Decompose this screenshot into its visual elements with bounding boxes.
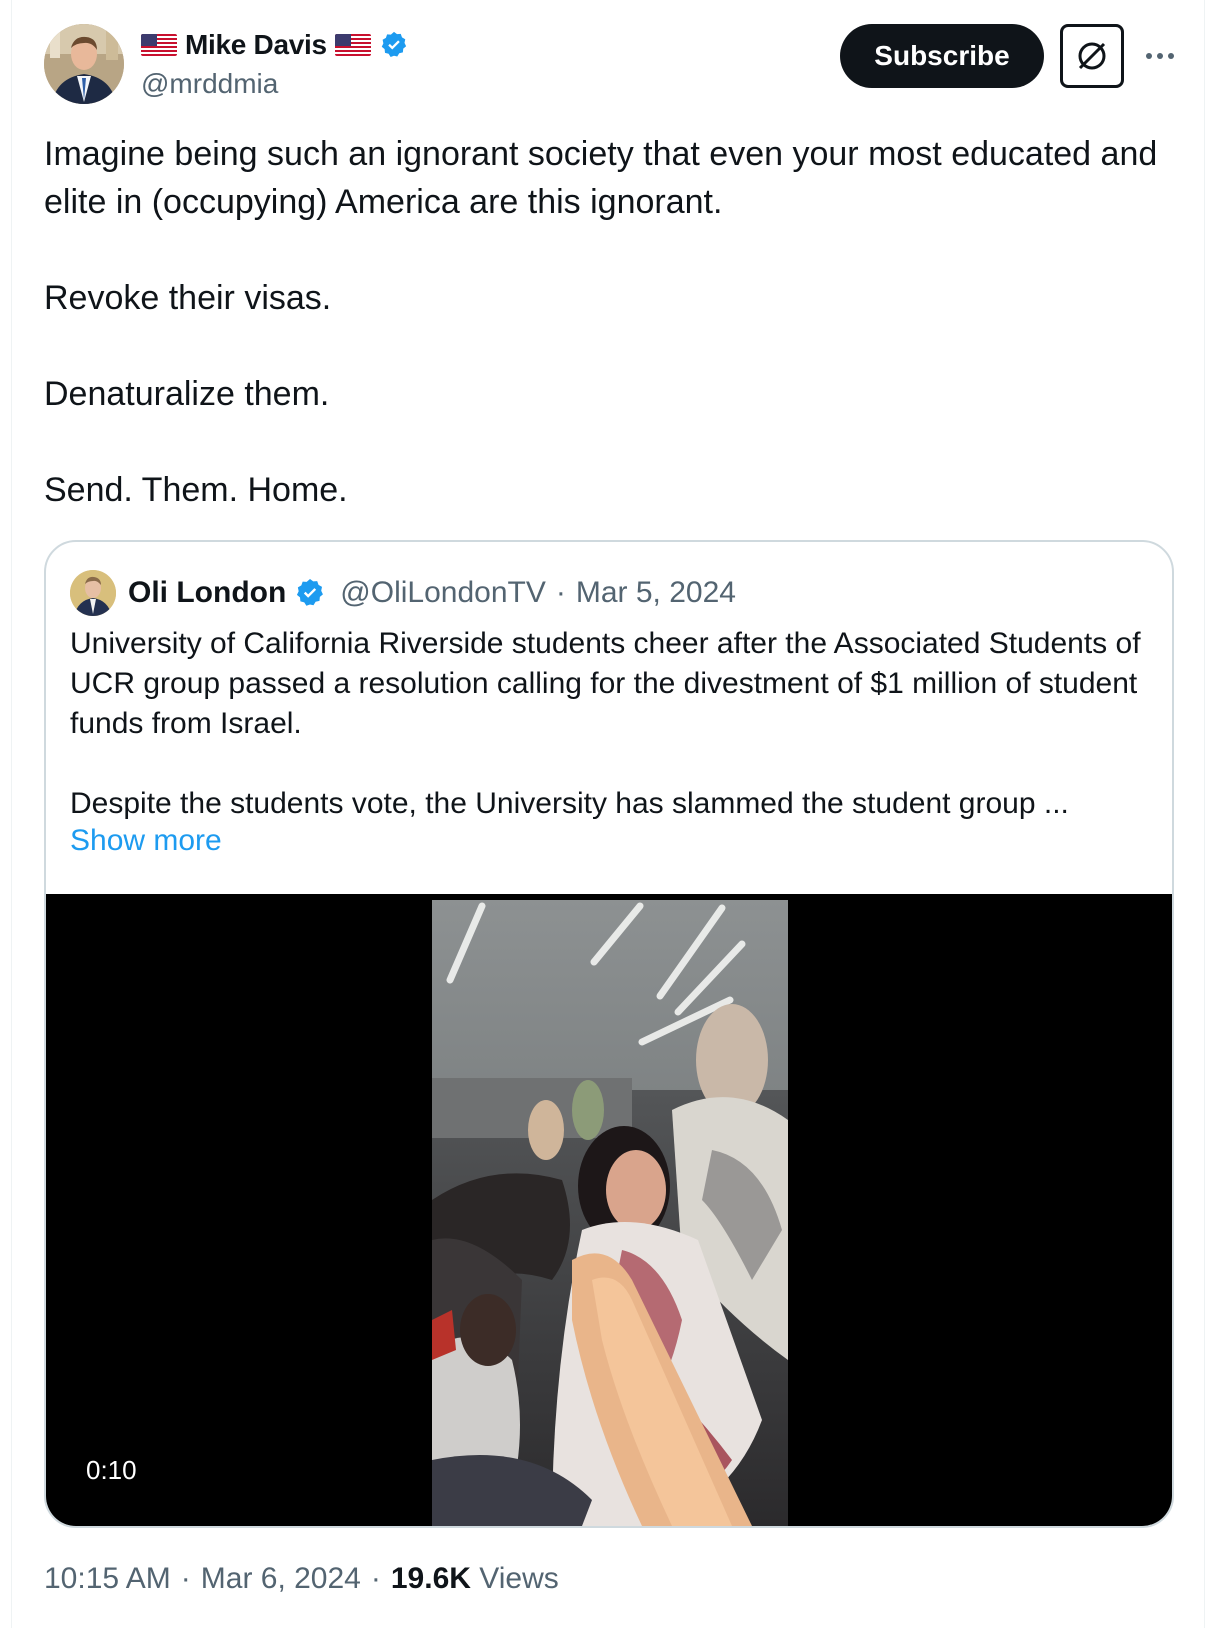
author-avatar[interactable] (44, 24, 124, 104)
more-icon (1146, 53, 1152, 59)
quoted-author-handle[interactable]: @OliLondonTV (340, 576, 546, 610)
quoted-author-name[interactable]: Oli London (128, 576, 286, 610)
views-count[interactable]: 19.6K (391, 1562, 471, 1595)
quoted-tweet-header[interactable]: Oli London @OliLondonTV · Mar 5, 2024 (70, 570, 736, 616)
us-flag-icon (141, 34, 177, 56)
author-display-name[interactable]: Mike Davis (185, 29, 327, 61)
quoted-author-avatar[interactable] (70, 570, 116, 616)
meta-separator: · (180, 1562, 191, 1595)
video-player[interactable]: 0:10 (46, 894, 1172, 1526)
us-flag-icon (334, 34, 371, 56)
tweet-text: Imagine being such an ignorant society t… (44, 130, 1174, 514)
quoted-paragraph: University of California Riverside stude… (70, 627, 1141, 740)
more-options-button[interactable] (1140, 36, 1180, 76)
meta-separator: · (555, 576, 566, 609)
views-label: Views (479, 1562, 559, 1595)
quoted-tweet-text: University of California Riverside stude… (70, 624, 1150, 824)
tweet-paragraph: Revoke their visas. (44, 279, 332, 317)
grok-button[interactable] (1060, 24, 1124, 88)
quoted-tweet[interactable]: Oli London @OliLondonTV · Mar 5, 2024 Un… (44, 540, 1174, 1528)
verified-badge-icon[interactable] (294, 577, 326, 609)
meta-separator: · (370, 1562, 381, 1595)
tweet-paragraph: Imagine being such an ignorant society t… (44, 135, 1158, 221)
tweet-date[interactable]: Mar 6, 2024 (201, 1562, 361, 1596)
author-name-row[interactable]: Mike Davis (141, 26, 409, 64)
quoted-tweet-date[interactable]: Mar 5, 2024 (576, 576, 736, 610)
tweet-time[interactable]: 10:15 AM (44, 1562, 171, 1596)
video-thumbnail (432, 900, 788, 1526)
verified-badge-icon[interactable] (379, 30, 409, 60)
grok-icon (1078, 42, 1106, 70)
subscribe-button[interactable]: Subscribe (840, 24, 1044, 88)
video-duration: 0:10 (74, 1448, 149, 1492)
tweet-paragraph: Send. Them. Home. (44, 471, 348, 509)
show-more-link[interactable]: Show more (70, 824, 222, 858)
quoted-paragraph: Despite the students vote, the Universit… (70, 787, 1069, 820)
tweet-meta: 10:15 AM · Mar 6, 2024 · 19.6K Views (44, 1562, 559, 1596)
author-handle[interactable]: @mrddmia (141, 68, 278, 100)
tweet-paragraph: Denaturalize them. (44, 375, 330, 413)
